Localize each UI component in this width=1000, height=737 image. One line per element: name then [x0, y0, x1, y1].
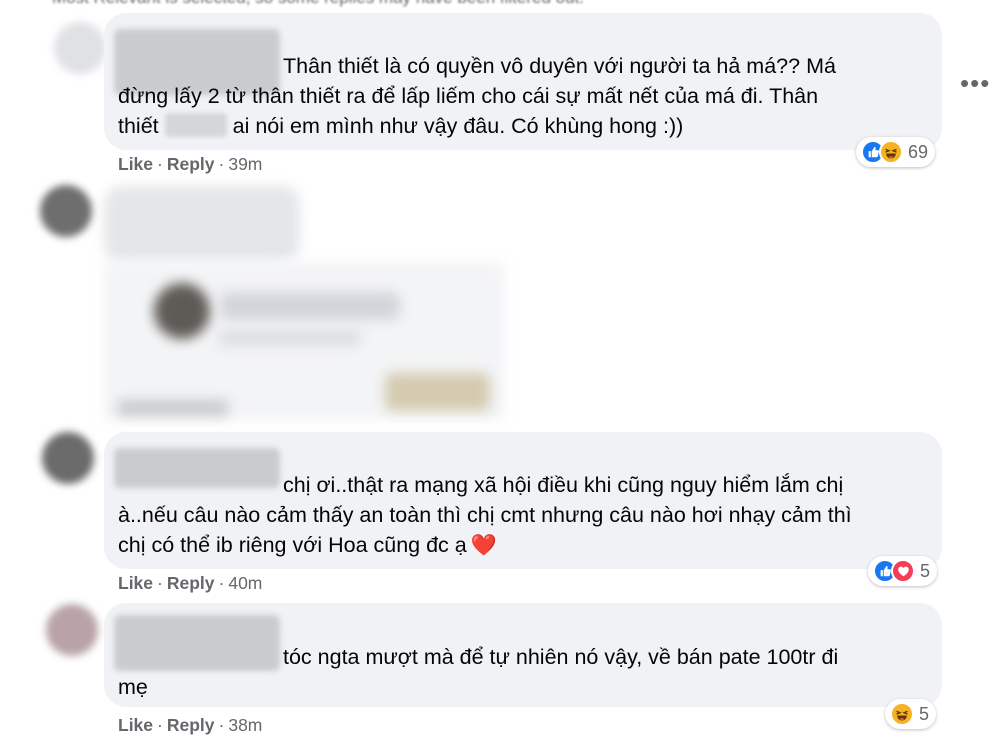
- redacted-inner-image: [385, 373, 490, 411]
- comment-text-line: chị có thể ib riêng với Hoa cũng đc ạ ❤️: [118, 530, 497, 561]
- comment-text-line: đừng lấy 2 từ thân thiết ra để lấp liếm …: [118, 84, 819, 108]
- reaction-count: 5: [920, 560, 931, 581]
- redacted-comment-bubble: [104, 186, 300, 262]
- reply-button[interactable]: Reply: [167, 154, 215, 174]
- redacted-name: [164, 113, 227, 137]
- separator-dot: ·: [218, 573, 225, 593]
- comment-text-line: thiết ai nói em mình như vậy đâu. Có khùn…: [118, 111, 683, 142]
- comment-timestamp[interactable]: 39m: [228, 154, 262, 174]
- separator-dot: ·: [157, 715, 163, 735]
- filter-note: Most Relevant is selected, so some repli…: [52, 0, 584, 8]
- love-icon: [891, 559, 915, 583]
- more-options-icon[interactable]: •••: [960, 68, 990, 99]
- comment-text-line: Thân thiết là có quyền vô duyên với ngườ…: [283, 54, 836, 78]
- redacted-inner-avatar: [154, 283, 210, 339]
- avatar: [40, 185, 92, 237]
- like-button[interactable]: Like: [118, 573, 153, 593]
- comment-text-line: chị ơi..thật ra mạng xã hội điều khi cũn…: [283, 473, 844, 497]
- comment-text: chị có thể ib riêng với Hoa cũng đc ạ: [118, 533, 467, 557]
- comment-text-line: mẹ: [118, 675, 148, 699]
- avatar[interactable]: [54, 22, 106, 74]
- haha-icon: [879, 140, 903, 164]
- comment-timestamp[interactable]: 40m: [228, 573, 262, 593]
- redacted-actions: [118, 400, 228, 416]
- comment-actions: Like · Reply · 39m: [118, 154, 262, 175]
- comment-text-line: à..nếu câu nào cảm thấy an toàn thì chị …: [118, 503, 852, 527]
- comment-text-end: ai nói em mình như vậy đâu. Có khùng hon…: [232, 114, 684, 138]
- commenter-name[interactable]: [114, 615, 280, 671]
- reaction-summary[interactable]: 69: [856, 137, 936, 167]
- heart-emoji: ❤️: [470, 534, 497, 557]
- commenter-name[interactable]: [114, 448, 280, 488]
- redacted-inner-text: [220, 292, 400, 320]
- comment-text-start: thiết: [118, 114, 159, 138]
- reply-button[interactable]: Reply: [167, 715, 215, 735]
- comment-text-line: tóc ngta mượt mà để tự nhiên nó vậy, về …: [283, 645, 839, 669]
- avatar[interactable]: [46, 604, 98, 656]
- separator-dot: ·: [218, 154, 225, 174]
- separator-dot: ·: [157, 573, 163, 593]
- comment-actions: Like · Reply · 38m: [118, 715, 262, 736]
- reply-button[interactable]: Reply: [167, 573, 215, 593]
- reaction-summary[interactable]: 5: [868, 556, 938, 586]
- comment-timestamp[interactable]: 38m: [228, 715, 262, 735]
- haha-icon: [890, 702, 914, 726]
- redacted-inner-text: [220, 330, 360, 346]
- separator-dot: ·: [218, 715, 225, 735]
- like-button[interactable]: Like: [118, 154, 153, 174]
- reaction-count: 5: [919, 703, 930, 724]
- reaction-count: 69: [908, 141, 929, 162]
- reaction-summary[interactable]: 5: [885, 699, 937, 729]
- avatar[interactable]: [42, 432, 94, 484]
- like-button[interactable]: Like: [118, 715, 153, 735]
- comment-actions: Like · Reply · 40m: [118, 573, 262, 594]
- separator-dot: ·: [157, 154, 163, 174]
